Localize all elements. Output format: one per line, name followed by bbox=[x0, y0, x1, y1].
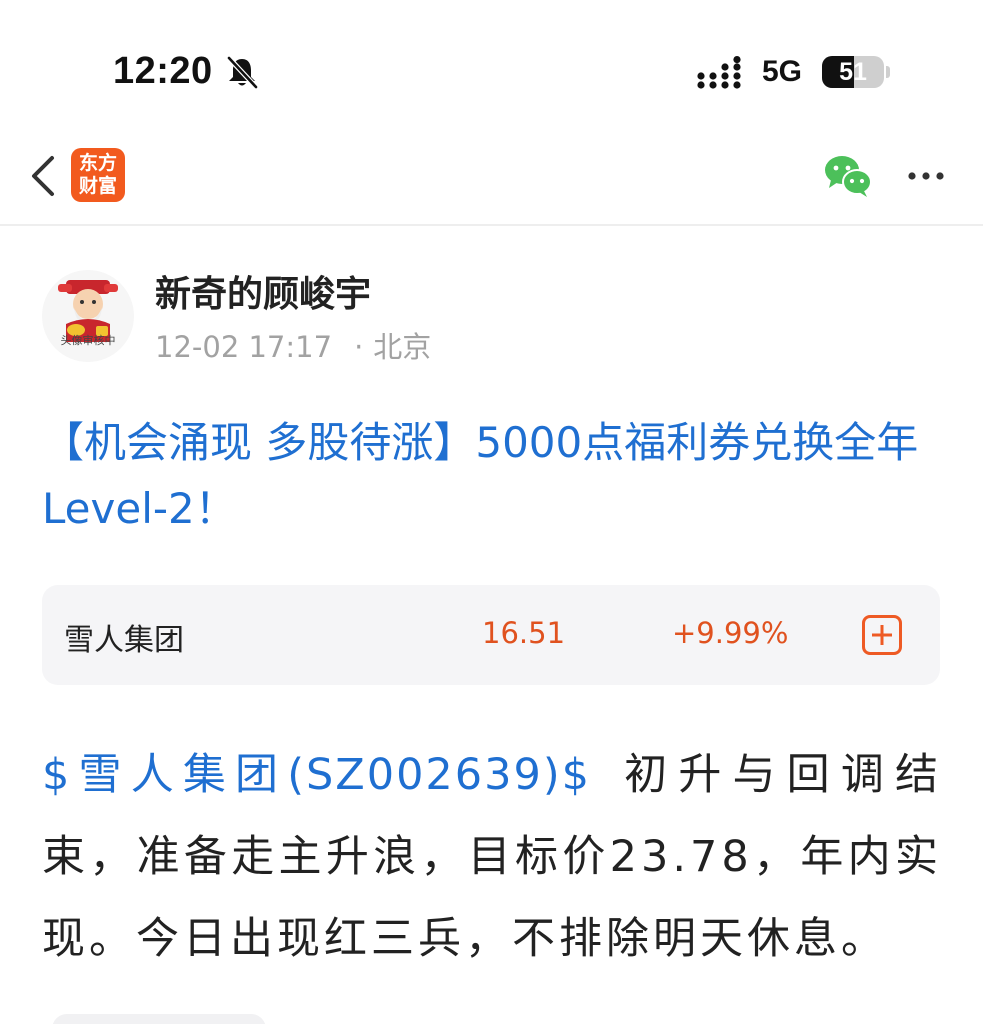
post-datetime: 12-02 17:17 bbox=[155, 330, 333, 364]
stock-card[interactable]: 雪人集团 16.51 +9.99% bbox=[42, 585, 940, 685]
author-name[interactable]: 新奇的顾峻宇 bbox=[155, 265, 371, 317]
post-location: 北京 bbox=[373, 330, 432, 364]
avatar-image bbox=[58, 280, 118, 342]
status-bar: 12:20 5G 51 bbox=[0, 0, 983, 120]
back-icon[interactable] bbox=[28, 154, 58, 198]
post-page: 12:20 5G 51 东方 财富 头像审核中 新奇的顾峻宇 12-02 17:… bbox=[0, 0, 983, 1024]
avatar-review-label: 头像审核中 bbox=[60, 334, 116, 347]
logo-text-line1: 东方 bbox=[78, 152, 117, 174]
wechat-icon[interactable] bbox=[823, 154, 873, 198]
battery-nub bbox=[886, 66, 890, 78]
cellular-signal-icon bbox=[697, 56, 741, 89]
nav-bar: 东方 财富 bbox=[0, 120, 983, 226]
bottom-tag-pill[interactable] bbox=[52, 1014, 266, 1024]
stock-price: 16.51 bbox=[482, 616, 566, 650]
app-logo[interactable]: 东方 财富 bbox=[71, 148, 125, 202]
battery-percent: 51 bbox=[839, 58, 867, 86]
status-time: 12:20 bbox=[113, 50, 213, 92]
stock-mention-link[interactable]: $雪人集团(SZ002639)$ bbox=[42, 750, 591, 800]
add-to-watchlist-button[interactable] bbox=[862, 615, 902, 655]
promo-headline-link[interactable]: 【机会涌现 多股待涨】5000点福利券兑换全年Level-2！ bbox=[42, 410, 952, 542]
network-type: 5G bbox=[762, 55, 803, 88]
stock-name: 雪人集团 bbox=[64, 623, 184, 658]
avatar[interactable]: 头像审核中 bbox=[42, 270, 134, 362]
post-meta: 12-02 17:17 · 北京 bbox=[155, 324, 431, 366]
stock-change: +9.99% bbox=[672, 616, 789, 650]
more-icon[interactable] bbox=[906, 170, 946, 182]
bell-off-icon bbox=[227, 56, 258, 89]
meta-separator: · bbox=[354, 330, 364, 364]
logo-text-line2: 财富 bbox=[78, 175, 117, 197]
post-body: $雪人集团(SZ002639)$ 初升与回调结束，准备走主升浪，目标价23.78，… bbox=[42, 734, 942, 980]
battery-icon: 51 bbox=[822, 56, 884, 88]
